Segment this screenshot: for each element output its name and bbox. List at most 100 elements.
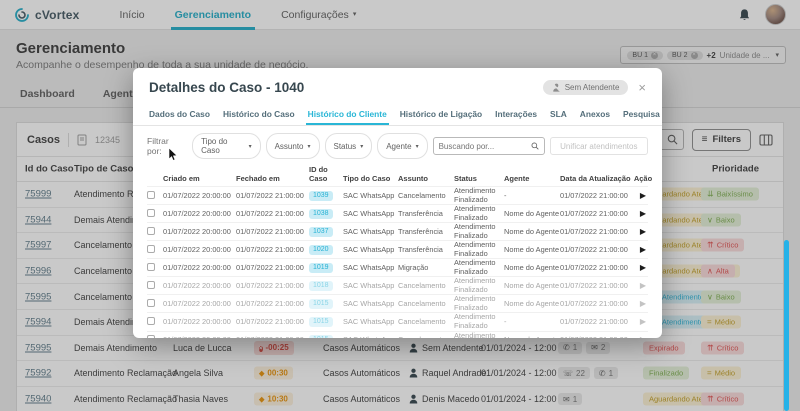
row-checkbox[interactable] xyxy=(147,281,155,289)
history-agent: Nome do Agente xyxy=(504,210,560,219)
history-status: Atendimento Finalizado xyxy=(454,277,504,294)
history-case-id-badge[interactable]: 1020 xyxy=(309,245,333,255)
play-action-icon[interactable]: ▶ xyxy=(640,245,646,254)
history-table-row: 01/07/2022 20:00:00 01/07/2022 21:00:00 … xyxy=(147,294,648,312)
chevron-down-icon: ▾ xyxy=(416,143,419,150)
row-checkbox[interactable] xyxy=(147,317,155,325)
modal-tab[interactable]: SLA xyxy=(548,105,569,125)
filter-pill-label: Tipo do Caso xyxy=(201,137,244,155)
history-case-id-badge[interactable]: 1037 xyxy=(309,227,333,237)
row-checkbox[interactable] xyxy=(147,227,155,235)
history-case-id-badge[interactable]: 1015 xyxy=(309,317,333,327)
history-table-row: 01/07/2022 20:00:00 01/07/2022 21:00:00 … xyxy=(147,240,648,258)
history-table-row: 01/07/2022 20:00:00 01/07/2022 21:00:00 … xyxy=(147,222,648,240)
filter-pill-label: Status xyxy=(334,142,357,151)
history-agent: Nome do Agente xyxy=(504,246,560,255)
closed-at: 01/07/2022 21:00:00 xyxy=(236,192,309,201)
play-action-icon[interactable]: ▶ xyxy=(640,299,646,308)
history-updated-at: 01/07/2022 21:00:00 xyxy=(560,318,633,327)
history-case-type: SAC WhatsApp xyxy=(343,246,398,255)
unify-attendances-button[interactable]: Unificar atendimentos xyxy=(550,137,648,155)
history-case-type: SAC WhatsApp xyxy=(343,336,398,338)
history-agent: Nome do Agente xyxy=(504,336,560,338)
row-checkbox[interactable] xyxy=(147,191,155,199)
history-subject: Cancelamento xyxy=(398,336,454,338)
modal-tab[interactable]: Histórico do Caso xyxy=(221,105,297,125)
history-status: Atendimento Finalizado xyxy=(454,295,504,312)
history-status: Atendimento Finalizado xyxy=(454,223,504,240)
modal-title: Detalhes do Caso - 1040 xyxy=(149,80,304,95)
chevron-down-icon: ▾ xyxy=(249,143,252,150)
history-case-id-badge[interactable]: 1015 xyxy=(309,335,333,338)
modal-tab[interactable]: Pesquisa de satisfação xyxy=(621,105,662,125)
row-checkbox[interactable] xyxy=(147,209,155,217)
created-at: 01/07/2022 20:00:00 xyxy=(163,300,236,309)
history-column-header: Data da Atualização xyxy=(560,175,633,184)
history-table-row: 01/07/2022 20:00:00 01/07/2022 21:00:00 … xyxy=(147,312,648,330)
play-action-icon[interactable]: ▶ xyxy=(640,227,646,236)
modal-tab[interactable]: Histórico de Ligação xyxy=(398,105,484,125)
history-table-row: 01/07/2022 20:00:00 01/07/2022 21:00:00 … xyxy=(147,331,648,339)
history-case-id-badge[interactable]: 1019 xyxy=(309,263,333,273)
created-at: 01/07/2022 20:00:00 xyxy=(163,192,236,201)
row-checkbox[interactable] xyxy=(147,263,155,271)
play-action-icon[interactable]: ▶ xyxy=(640,209,646,218)
history-status: Atendimento Finalizado xyxy=(454,205,504,222)
history-case-id-badge[interactable]: 1038 xyxy=(309,209,333,219)
history-status: Atendimento Finalizado xyxy=(454,259,504,276)
history-status: Atendimento Finalizado xyxy=(454,332,504,339)
history-search-input[interactable] xyxy=(439,142,531,151)
created-at: 01/07/2022 20:00:00 xyxy=(163,210,236,219)
mouse-cursor xyxy=(168,148,178,162)
search-icon xyxy=(531,141,539,151)
history-updated-at: 01/07/2022 21:00:00 xyxy=(560,192,633,201)
modal-tab[interactable]: Dados do Caso xyxy=(147,105,212,125)
modal-tab[interactable]: Anexos xyxy=(578,105,612,125)
closed-at: 01/07/2022 21:00:00 xyxy=(236,210,309,219)
filter-pill[interactable]: Agente ▾ xyxy=(377,133,427,159)
close-icon[interactable]: × xyxy=(638,81,646,94)
history-column-header: Status xyxy=(454,175,504,184)
play-action-icon[interactable]: ▶ xyxy=(640,317,646,326)
history-search-box[interactable] xyxy=(433,137,545,155)
history-updated-at: 01/07/2022 21:00:00 xyxy=(560,246,633,255)
modal-tab[interactable]: Interações xyxy=(493,105,539,125)
history-column-header: Assunto xyxy=(398,175,454,184)
filter-pill-label: Assunto xyxy=(275,142,304,151)
created-at: 01/07/2022 20:00:00 xyxy=(163,336,236,338)
history-case-id-badge[interactable]: 1018 xyxy=(309,281,333,291)
history-case-type: SAC WhatsApp xyxy=(343,192,398,201)
history-case-id-badge[interactable]: 1015 xyxy=(309,299,333,309)
history-case-id-badge[interactable]: 1039 xyxy=(309,191,333,201)
vertical-scrollbar[interactable] xyxy=(784,240,789,411)
no-agent-chip-label: Sem Atendente xyxy=(565,83,620,92)
modal-tab[interactable]: Histórico do Cliente xyxy=(306,105,389,125)
history-subject: Transferência xyxy=(398,210,454,219)
filter-pill[interactable]: Tipo do Caso ▾ xyxy=(192,133,260,159)
history-agent: - xyxy=(504,192,560,201)
row-checkbox[interactable] xyxy=(147,299,155,307)
created-at: 01/07/2022 20:00:00 xyxy=(163,282,236,291)
history-table-row: 01/07/2022 20:00:00 01/07/2022 21:00:00 … xyxy=(147,276,648,294)
history-updated-at: 01/07/2022 21:00:00 xyxy=(560,282,633,291)
play-action-icon[interactable]: ▶ xyxy=(640,281,646,290)
history-column-header: Criado em xyxy=(163,175,236,184)
history-agent: Nome do Agente xyxy=(504,264,560,273)
history-updated-at: 01/07/2022 21:00:00 xyxy=(560,228,633,237)
play-action-icon[interactable]: ▶ xyxy=(640,191,646,200)
closed-at: 01/07/2022 21:00:00 xyxy=(236,264,309,273)
closed-at: 01/07/2022 21:00:00 xyxy=(236,318,309,327)
play-action-icon[interactable]: ▶ xyxy=(640,263,646,272)
filter-pill[interactable]: Assunto ▾ xyxy=(266,133,320,159)
case-details-modal: Detalhes do Caso - 1040 Sem Atendente × … xyxy=(133,68,662,338)
row-checkbox[interactable] xyxy=(147,245,155,253)
history-subject: Transferência xyxy=(398,246,454,255)
play-action-icon[interactable]: ▶ xyxy=(640,335,646,338)
person-off-icon xyxy=(552,83,561,92)
filter-pill[interactable]: Status ▾ xyxy=(325,133,373,159)
history-subject: Cancelamento xyxy=(398,282,454,291)
row-checkbox[interactable] xyxy=(147,335,155,338)
closed-at: 01/07/2022 21:00:00 xyxy=(236,282,309,291)
history-case-type: SAC WhatsApp xyxy=(343,300,398,309)
history-table-body: 01/07/2022 20:00:00 01/07/2022 21:00:00 … xyxy=(147,186,648,338)
